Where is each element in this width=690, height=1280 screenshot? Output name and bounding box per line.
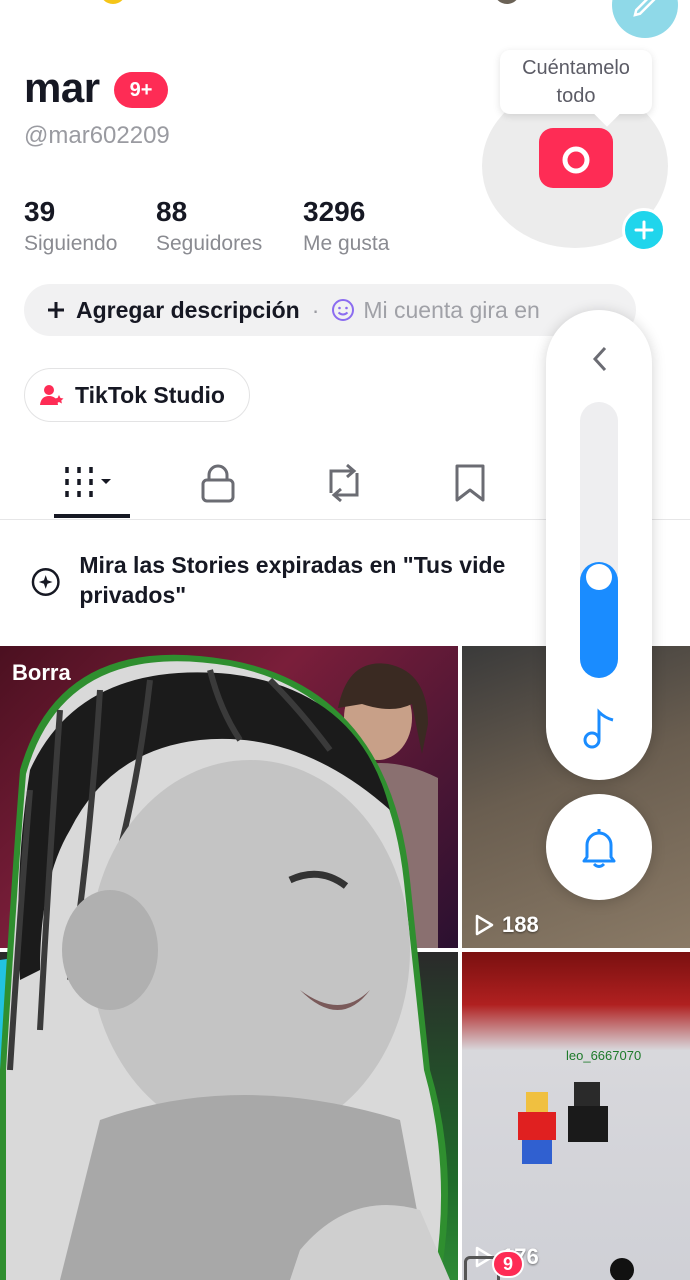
stat-value: 88 [156,196,188,227]
tab-private[interactable] [188,460,248,506]
expired-stories-banner[interactable]: Mira las Stories expiradas en "Tus vide … [30,550,550,620]
notifications-button[interactable] [546,794,652,900]
top-partial-icon [100,0,126,4]
bookmark-icon [455,464,485,502]
bell-icon [582,829,616,868]
play-icon [475,914,494,936]
story-tooltip: Cuéntamelo todo [500,50,652,114]
stat-following[interactable]: 39 Siguiendo [24,196,117,256]
stat-value: 3296 [303,196,366,227]
stat-followers[interactable]: 88 Seguidores [156,196,262,256]
grid-icon [65,467,111,497]
view-count-value: 188 [502,912,539,937]
stat-label: Me gusta [303,232,390,255]
music-note-icon[interactable] [580,706,620,750]
tab-reposts[interactable] [314,460,374,506]
video-thumbnail[interactable]: leo_6667070 176 [462,952,690,1280]
tab-saved[interactable] [440,460,500,506]
stat-label: Siguiendo [24,232,118,255]
thumbnail-figures [518,1082,608,1164]
camera-button[interactable] [539,128,613,188]
status-hint: Mi cuenta gira en [363,296,540,323]
volume-slider-knob[interactable] [586,564,612,590]
profile-nav-icon[interactable] [610,1258,634,1280]
stat-likes[interactable]: 3296 Me gusta [303,196,389,256]
pencil-icon [633,0,656,17]
notification-badge[interactable]: 9+ [114,72,168,108]
add-story-button[interactable] [622,208,666,252]
tab-videos[interactable] [60,460,120,506]
stories-banner-text: Mira las Stories expiradas en "Tus vide … [79,552,506,608]
game-username: leo_6667070 [566,1048,642,1063]
profile-handle: @mar602209 [24,122,170,149]
top-partial-avatar [494,0,520,4]
volume-panel [546,310,652,780]
stat-label: Seguidores [156,232,263,255]
studio-label: TikTok Studio [75,381,225,408]
chevron-left-icon[interactable] [588,344,612,374]
repost-icon [329,463,359,503]
tiktok-studio-button[interactable]: TikTok Studio [24,368,250,422]
edit-button[interactable] [612,0,678,38]
active-tab-indicator [54,514,130,518]
view-count: 188 [474,912,539,938]
plus-icon [48,302,64,318]
baby-sticker-overlay [0,654,450,1280]
lock-icon [201,464,235,503]
studio-icon [40,385,64,405]
separator: · [311,296,320,323]
smiley-icon [332,299,355,321]
inbox-badge: 9 [492,1250,524,1278]
add-description-label: Agregar descripción [76,296,300,323]
stat-value: 39 [24,196,56,227]
plus-icon [634,220,654,240]
profile-name: mar [24,64,100,111]
story-add-icon [31,568,60,596]
add-description-bar[interactable]: Agregar descripción · Mi cuenta gira en [24,284,636,336]
camera-icon [556,144,596,176]
